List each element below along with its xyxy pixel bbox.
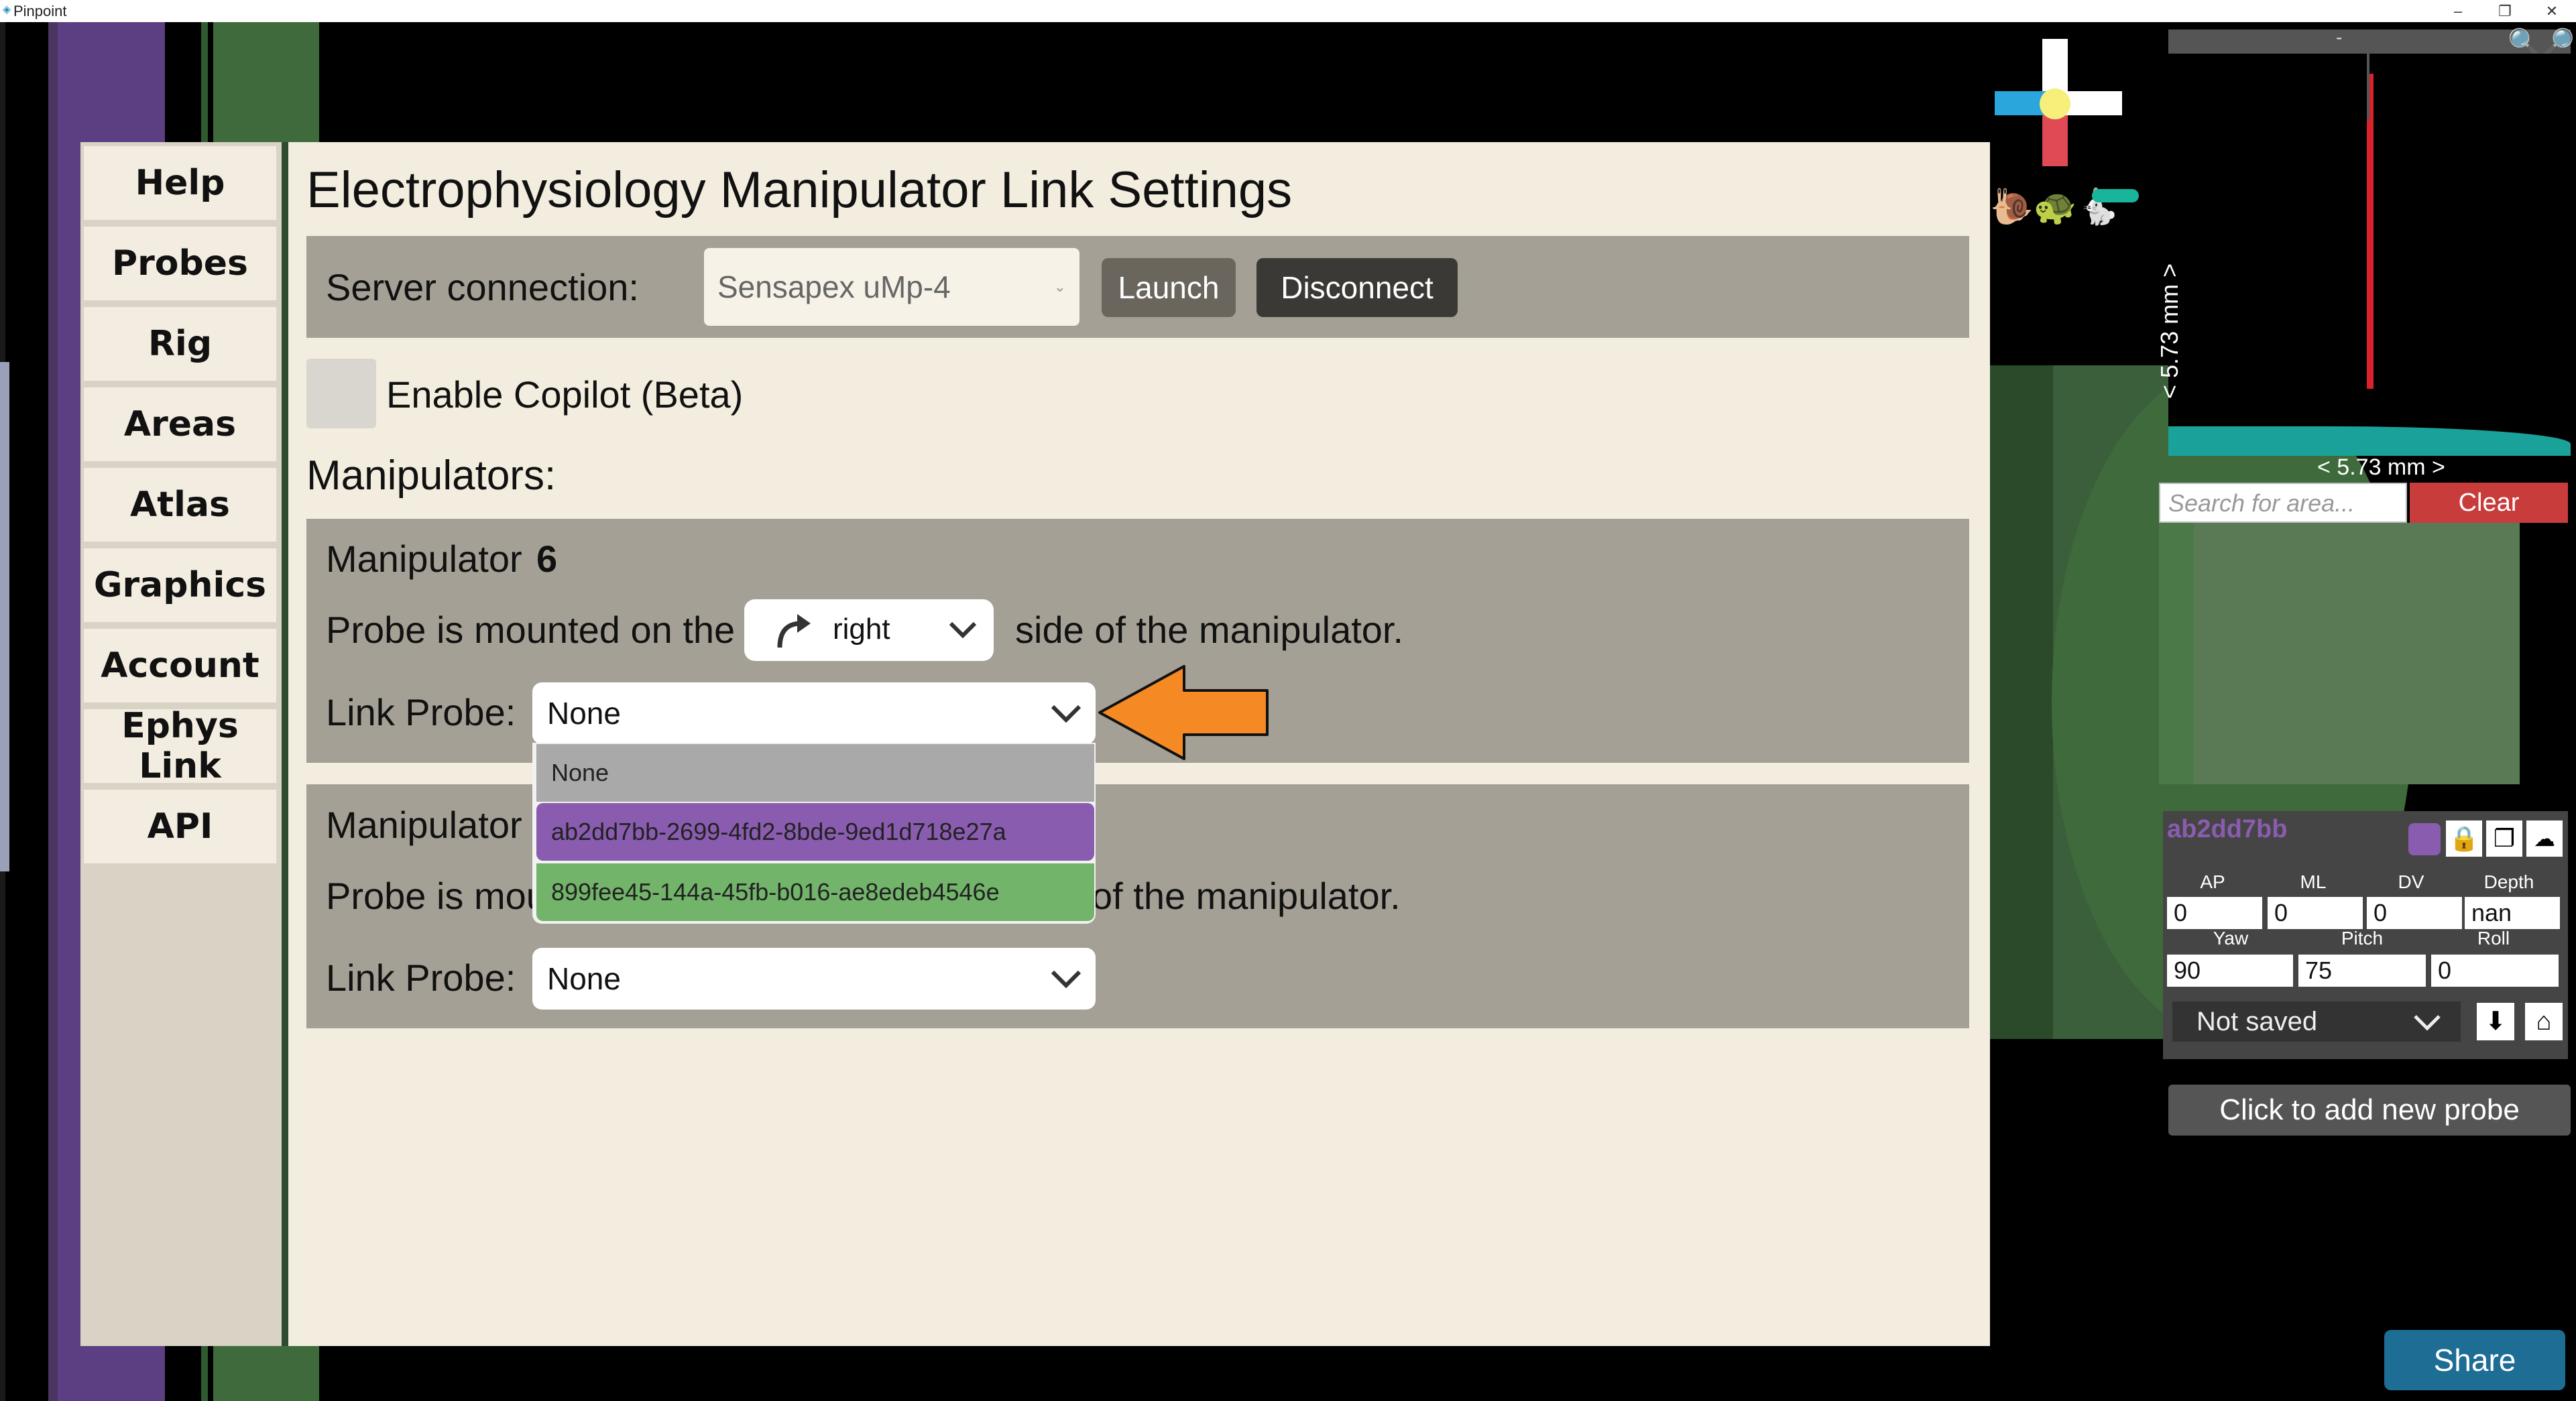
roll-label: Roll [2477,928,2510,949]
chevron-down-icon [949,621,977,639]
dv-field[interactable]: 0 [2367,897,2462,929]
mount-side-dropdown[interactable]: right [744,599,994,661]
manipulator-1-mount-prefix: Probe is mounted on the [326,609,736,651]
chevron-down-icon [1051,705,1081,723]
menu-rig-button[interactable]: Rig [84,307,276,381]
axis-center [2040,88,2070,119]
link-probe-2-value: None [547,961,621,996]
speed-cheetah-icon[interactable] [2092,189,2139,202]
ap-label: AP [2200,871,2225,892]
share-button[interactable]: Share [2384,1330,2565,1390]
manipulator-1-id: 6 [536,538,558,580]
save-state-dropdown[interactable]: Not saved [2172,1001,2461,1042]
mount-side-value: right [833,613,890,646]
depth-field[interactable]: nan [2465,897,2560,929]
app-icon: ◈ [3,4,11,15]
copy-icon[interactable]: ❐ [2486,820,2522,857]
save-state-value: Not saved [2197,1006,2318,1036]
menu-divider [282,142,288,1346]
link-probe-dropdown-2[interactable]: None [532,948,1096,1010]
server-type-value: Sensapex uMp-4 [717,269,951,304]
manipulator-2-label: Manipulator [326,804,522,846]
scale-top-label: - [2336,27,2343,48]
menu-atlas-button[interactable]: Atlas [84,468,276,542]
menu-graphics-button[interactable]: Graphics [84,548,276,622]
link-option-probe-2[interactable]: 899fee45-144a-45fb-b016-ae8edeb4546e [536,863,1094,921]
ml-field[interactable]: 0 [2268,897,2363,929]
highlight-arrow-icon [1098,665,1269,760]
menu-areas-button[interactable]: Areas [84,387,276,461]
copilot-checkbox[interactable] [306,359,376,428]
restore-button[interactable]: ❐ [2485,0,2525,22]
disconnect-button[interactable]: Disconnect [1256,258,1458,317]
chevron-down-icon: ⌄ [1053,278,1066,295]
manipulator-1-label: Manipulator [326,538,522,580]
link-probe-1-value: None [547,696,621,731]
depth-label: Depth [2483,871,2534,892]
search-placeholder: Search for area... [2168,489,2355,517]
manipulators-heading: Manipulators: [306,452,557,499]
menu-api-button[interactable]: API [84,790,276,863]
scene-slice-edge [0,362,9,871]
manipulator-2-mount-prefix: Probe is mou [326,875,547,917]
scene-stripe-purple-thin [48,22,58,1401]
pitch-label: Pitch [2341,928,2384,949]
save-icon[interactable]: ⬇ [2477,1003,2514,1040]
minimize-button[interactable]: – [2438,0,2478,22]
chevron-down-icon [2414,1015,2441,1031]
link-probe-dropdown-1[interactable]: None [532,682,1096,744]
menu-account-button[interactable]: Account [84,629,276,703]
manipulator-1-mount-suffix: side of the manipulator. [1015,609,1404,651]
clear-search-button[interactable]: Clear [2410,483,2568,523]
menu-ephys-link-button[interactable]: Ephys Link [84,706,276,786]
ap-field[interactable]: 0 [2167,897,2262,929]
home-icon[interactable]: ⌂ [2525,1003,2563,1040]
area-search-input[interactable]: Search for area... [2159,483,2407,523]
probe-area-view [2194,523,2520,784]
scale-vertical-label: < 5.73 mm > [2156,263,2183,399]
scale-horizontal-label: < 5.73 mm > [2317,454,2445,480]
probe-track [2367,74,2374,389]
probe-track-top [2367,54,2369,121]
chevron-down-icon [1051,970,1081,989]
launch-button[interactable]: Launch [1102,258,1236,317]
server-connection-label: Server connection: [326,266,639,308]
lock-icon[interactable]: 🔒 [2446,820,2482,857]
cloud-download-icon[interactable]: ☁ [2526,820,2563,857]
ml-label: ML [2300,871,2327,892]
manipulator-1-link-label: Link Probe: [326,691,516,733]
window-title: Pinpoint [13,3,67,19]
title-bar: ◈ Pinpoint – ❐ ✕ [0,0,2576,22]
link-option-probe-1[interactable]: ab2dd7bb-2699-4fd2-8bde-9ed1d718e27a [536,803,1094,861]
pitch-field[interactable]: 75 [2298,955,2426,987]
roll-field[interactable]: 0 [2431,955,2559,987]
yaw-label: Yaw [2213,928,2249,949]
curved-arrow-icon [777,614,811,648]
page-title: Electrophysiology Manipulator Link Setti… [306,162,1293,219]
manipulator-2-link-label: Link Probe: [326,957,516,999]
probe-color-swatch[interactable] [2408,823,2441,855]
close-button[interactable]: ✕ [2532,0,2572,22]
link-option-none[interactable]: None [536,744,1094,802]
manipulator-2-mount-suffix: of the manipulator. [1092,875,1401,917]
menu-help-button[interactable]: Help [84,146,276,220]
probe-name: ab2dd7bb [2167,815,2288,843]
yaw-field[interactable]: 90 [2167,955,2293,987]
add-probe-button[interactable]: Click to add new probe [2168,1085,2571,1136]
copilot-label: Enable Copilot (Beta) [386,373,744,416]
menu-probes-button[interactable]: Probes [84,227,276,300]
dv-label: DV [2398,871,2424,892]
server-type-select[interactable]: Sensapex uMp-4 ⌄ [704,248,1079,326]
